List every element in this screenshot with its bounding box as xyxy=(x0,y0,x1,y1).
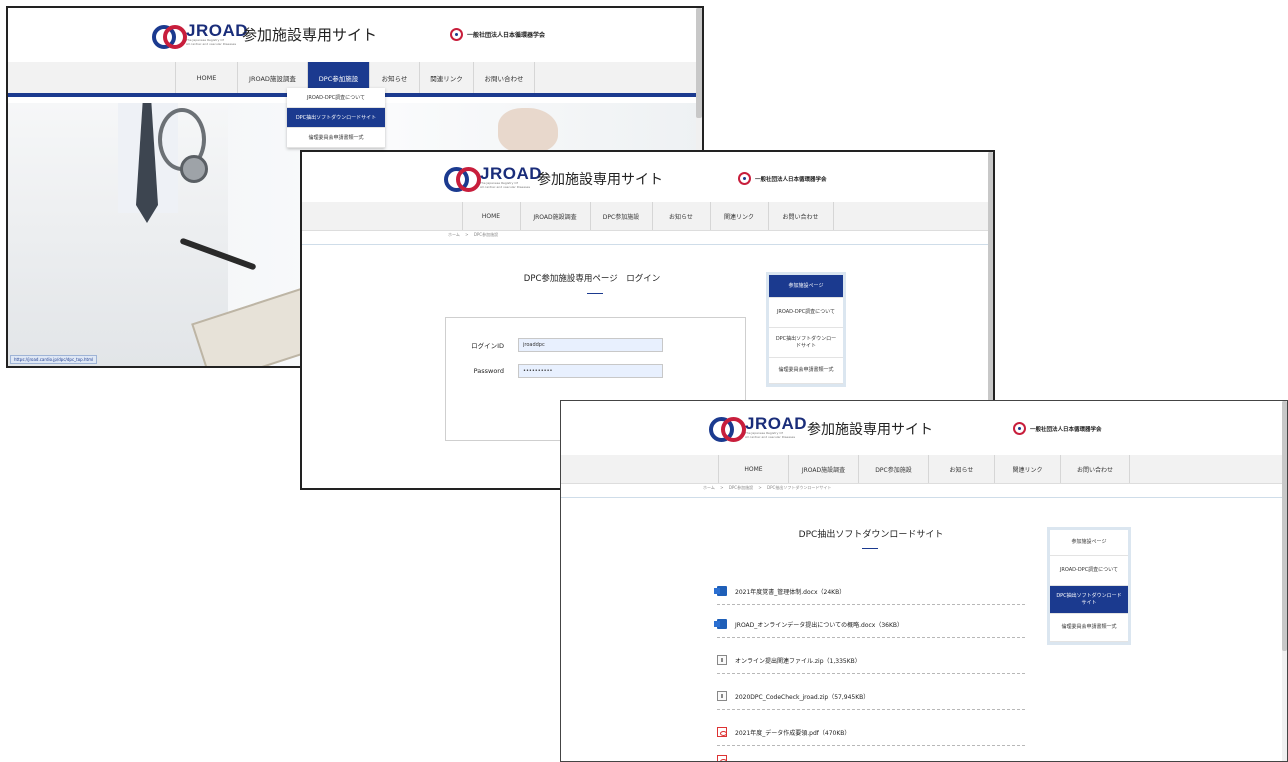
logo-name: JROAD xyxy=(480,164,543,183)
password-label: Password xyxy=(473,367,504,375)
breadcrumb-dpc[interactable]: DPC参加施設 xyxy=(729,485,753,490)
jroad-logo-icon xyxy=(152,23,187,50)
jroad-logo[interactable]: JROAD The Japanese Registry Of All cardi… xyxy=(152,21,249,50)
screenshot-dpc-download: JROAD The Japanese Registry Of All cardi… xyxy=(560,400,1288,762)
breadcrumb-current: DPC参加施設 xyxy=(473,232,499,237)
dropdown-item-jroad-dpc[interactable]: JROAD-DPC調査について xyxy=(287,88,385,108)
nav-links[interactable]: 関連リンク xyxy=(994,455,1060,483)
org-name: 一般社団法人日本循環器学会 xyxy=(755,176,827,183)
breadcrumb-home[interactable]: ホーム xyxy=(448,232,460,237)
file-link[interactable]: オンライン提出関連ファイル.zip（1,335KB） xyxy=(735,656,861,665)
file-row[interactable]: JROAD_オンラインデータ提出についての概略.docx（36KB） xyxy=(714,611,1025,638)
breadcrumb: ホーム > DPC参加施設 > DPC抽出ソフトダウンロードサイト xyxy=(561,485,1287,498)
pdf-icon xyxy=(717,727,727,737)
nav-links[interactable]: 関連リンク xyxy=(709,202,768,230)
dropdown-item-ethics[interactable]: 倫理委員会申請書類一式 xyxy=(287,128,385,148)
pdf-icon xyxy=(717,755,727,761)
status-bar-url: https://jroad.cardio.jp/dpc/dpc_top.html xyxy=(10,355,98,364)
logo-name: JROAD xyxy=(186,21,249,40)
sidebar-item-participant-page[interactable]: 参加施設ページ xyxy=(769,275,843,298)
password-input[interactable] xyxy=(518,364,663,378)
word-icon xyxy=(714,586,727,596)
breadcrumb: ホーム > DPC参加施設 xyxy=(302,232,993,245)
title-underline xyxy=(587,293,603,294)
site-title: 参加施設専用サイト xyxy=(537,172,663,188)
scrollbar[interactable] xyxy=(1282,401,1287,761)
logo-sub: All cardiac and vascular Diseases xyxy=(186,41,237,46)
nav-home[interactable]: HOME xyxy=(175,62,237,93)
file-link[interactable]: JROAD_オンラインデータ提出についての概略.docx（36KB） xyxy=(735,620,903,629)
sidebar-item-download[interactable]: DPC抽出ソフトダウンロードサイト xyxy=(1050,586,1128,614)
title-underline xyxy=(862,548,878,549)
page-title: DPC抽出ソフトダウンロードサイト xyxy=(798,530,944,540)
nav-survey[interactable]: JROAD施設調査 xyxy=(519,202,590,230)
sidebar-item-download[interactable]: DPC抽出ソフトダウンロードサイト xyxy=(769,328,843,358)
file-row[interactable]: 2021年度_データ作成要領.pdf（470KB） xyxy=(717,719,1025,746)
site-title: 参加施設専用サイト xyxy=(242,26,378,44)
site-header: JROAD The Japanese Registry Of All cardi… xyxy=(8,8,702,63)
zip-icon xyxy=(717,655,727,665)
nav-contact[interactable]: お問い合わせ xyxy=(1060,455,1130,483)
jcs-emblem-icon xyxy=(450,28,463,41)
breadcrumb-separator: > xyxy=(758,485,762,490)
jroad-logo[interactable]: JROAD The Japanese Registry Of All cardi… xyxy=(709,414,808,443)
site-header: JROAD The Japanese Registry Of All cardi… xyxy=(302,152,993,202)
login-id-label: ログインID xyxy=(471,342,504,350)
sidebar-item-ethics[interactable]: 倫理委員会申請書類一式 xyxy=(1050,614,1128,642)
nav-dpc[interactable]: DPC参加施設 xyxy=(589,202,652,230)
main-nav: HOME JROAD施設調査 DPC参加施設 お知らせ 関連リンク お問い合わせ xyxy=(302,202,993,231)
dropdown-item-download[interactable]: DPC抽出ソフトダウンロードサイト xyxy=(287,108,385,128)
dpc-dropdown-menu: JROAD-DPC調査について DPC抽出ソフトダウンロードサイト 倫理委員会申… xyxy=(287,88,385,148)
nav-contact[interactable]: お問い合わせ xyxy=(473,62,535,93)
org-name: 一般社団法人日本循環器学会 xyxy=(467,32,546,39)
breadcrumb-home[interactable]: ホーム xyxy=(703,485,715,490)
sidebar-item-jroad-dpc[interactable]: JROAD-DPC調査について xyxy=(769,298,843,328)
page-title: DPC参加施設専用ページ ログイン xyxy=(523,274,661,284)
main-nav: HOME JROAD施設調査 DPC参加施設 お知らせ 関連リンク お問い合わせ xyxy=(561,455,1287,484)
jcs-emblem-icon xyxy=(1013,422,1026,435)
jroad-logo-icon xyxy=(709,415,746,443)
sidebar-item-ethics[interactable]: 倫理委員会申請書類一式 xyxy=(769,358,843,384)
file-link[interactable]: 2020DPC_CodeCheck_jroad.zip（57,945KB） xyxy=(735,692,869,701)
sidebar-item-participant-page[interactable]: 参加施設ページ xyxy=(1050,530,1128,556)
logo-sub: All cardiac and vascular Diseases xyxy=(745,434,796,439)
nav-links[interactable]: 関連リンク xyxy=(419,62,473,93)
login-id-input[interactable] xyxy=(518,338,663,352)
sidebar-menu: 参加施設ページ JROAD-DPC調査について DPC抽出ソフトダウンロードサイ… xyxy=(766,272,846,387)
org-logo[interactable]: 一般社団法人日本循環器学会 xyxy=(450,28,545,41)
nav-news[interactable]: お知らせ xyxy=(651,202,710,230)
breadcrumb-current: DPC抽出ソフトダウンロードサイト xyxy=(767,485,832,490)
jcs-emblem-icon xyxy=(738,172,751,185)
org-logo[interactable]: 一般社団法人日本循環器学会 xyxy=(1013,422,1102,435)
file-link[interactable]: 2021年度覚書_管理体制.docx（24KB） xyxy=(735,587,845,596)
nav-home[interactable]: HOME xyxy=(461,202,520,230)
file-row[interactable]: 2020DPC_CodeCheck_jroad.zip（57,945KB） xyxy=(717,683,1025,710)
logo-sub: All cardiac and vascular Diseases xyxy=(480,184,531,189)
sidebar-menu: 参加施設ページ JROAD-DPC調査について DPC抽出ソフトダウンロードサイ… xyxy=(1047,527,1131,645)
nav-dpc[interactable]: DPC参加施設 xyxy=(858,455,928,483)
site-header: JROAD The Japanese Registry Of All cardi… xyxy=(561,401,1287,455)
org-logo[interactable]: 一般社団法人日本循環器学会 xyxy=(738,172,827,185)
jroad-logo[interactable]: JROAD The Japanese Registry Of All cardi… xyxy=(444,164,543,193)
file-link[interactable]: 2021年度_データ作成要領.pdf（470KB） xyxy=(735,728,850,737)
breadcrumb-separator: > xyxy=(465,232,469,237)
word-icon xyxy=(714,619,727,629)
nav-home[interactable]: HOME xyxy=(718,455,788,483)
site-title: 参加施設専用サイト xyxy=(807,422,933,438)
nav-contact[interactable]: お問い合わせ xyxy=(767,202,834,230)
file-row[interactable]: オンライン提出関連ファイル.zip（1,335KB） xyxy=(717,647,1025,674)
zip-icon xyxy=(717,691,727,701)
sidebar-item-jroad-dpc[interactable]: JROAD-DPC調査について xyxy=(1050,556,1128,586)
org-name: 一般社団法人日本循環器学会 xyxy=(1030,426,1102,433)
jroad-logo-icon xyxy=(444,165,481,193)
file-row[interactable]: 2021年度覚書_管理体制.docx（24KB） xyxy=(714,578,1025,605)
logo-name: JROAD xyxy=(745,414,808,433)
nav-survey[interactable]: JROAD施設調査 xyxy=(788,455,858,483)
breadcrumb-separator: > xyxy=(720,485,724,490)
nav-news[interactable]: お知らせ xyxy=(928,455,994,483)
